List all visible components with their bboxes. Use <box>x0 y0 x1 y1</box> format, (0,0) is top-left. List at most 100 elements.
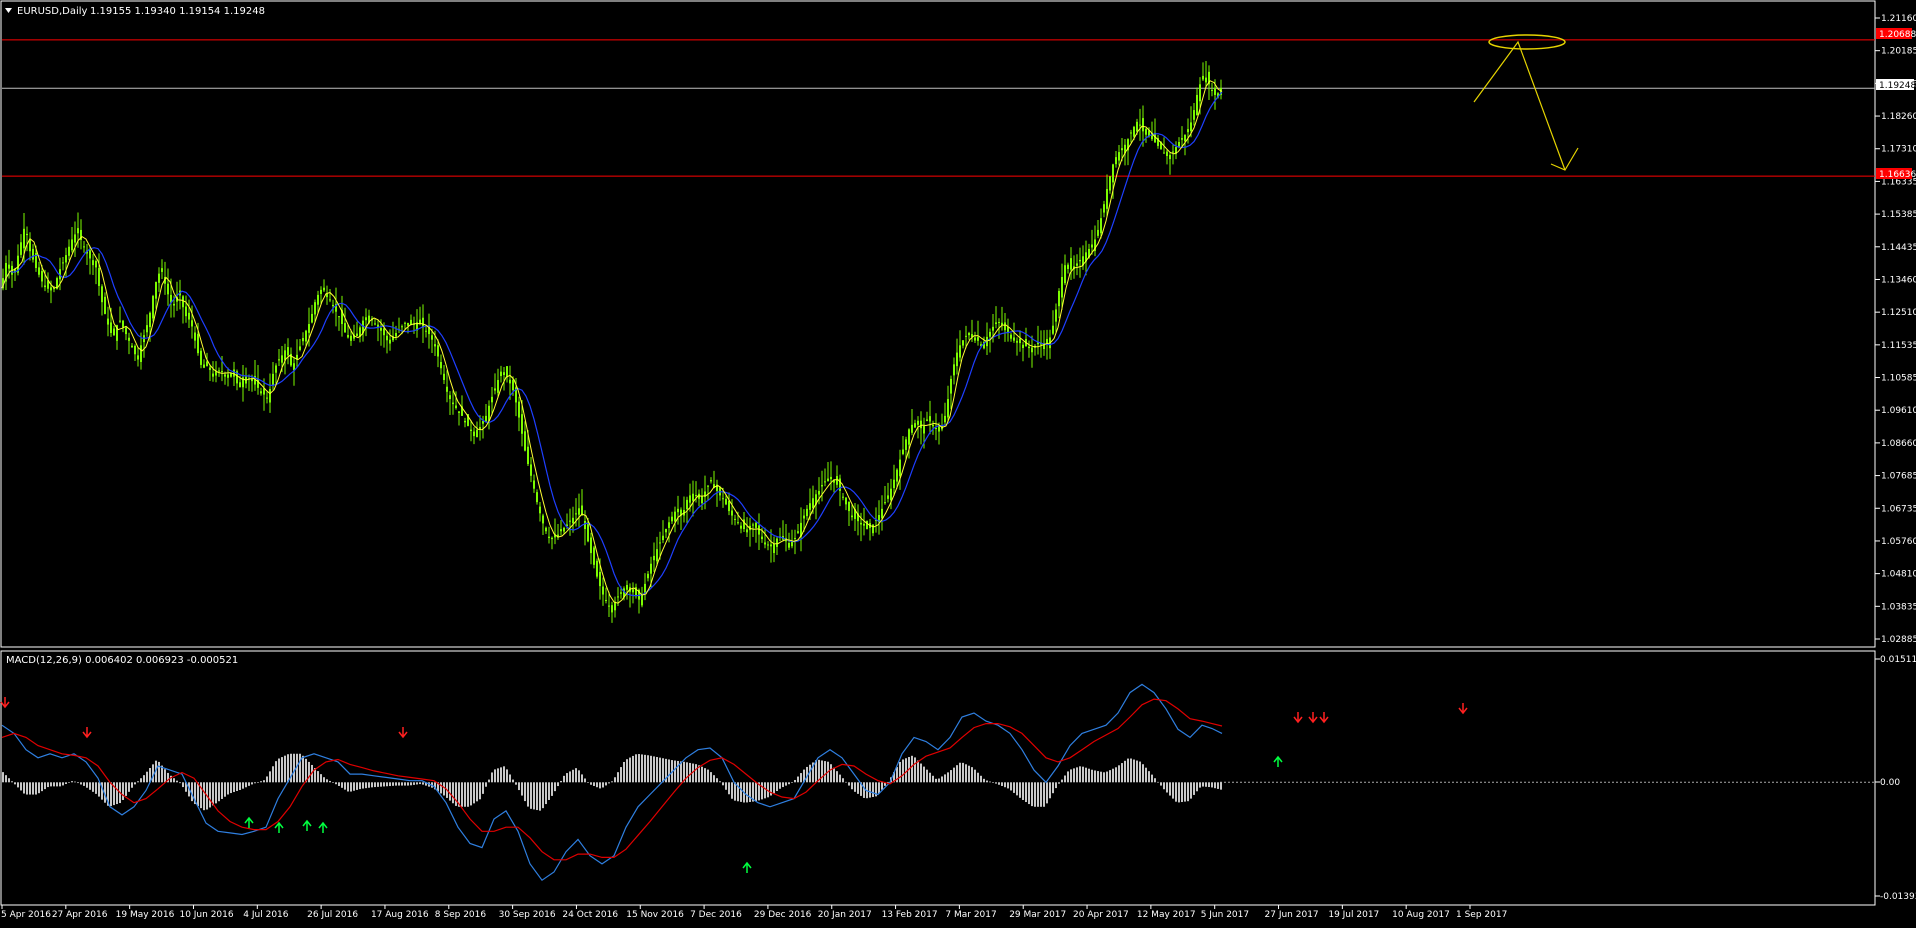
chart-canvas[interactable]: EURUSD,Daily 1.19155 1.19340 1.19154 1.1… <box>0 0 1916 924</box>
macd-histogram-bar <box>125 782 127 796</box>
price-axis-label: 1.13460 <box>1881 275 1916 285</box>
candle-body <box>68 246 70 256</box>
candle-body <box>1196 94 1198 116</box>
candle-body <box>902 449 904 455</box>
macd-histogram-bar <box>932 775 934 783</box>
macd-histogram-bar <box>590 782 592 785</box>
candle-body <box>614 601 616 611</box>
macd-histogram-bar <box>383 782 385 787</box>
time-axis-label: 12 May 2017 <box>1137 910 1196 920</box>
candle-body <box>491 396 493 403</box>
candle-body <box>431 335 433 340</box>
macd-histogram-bar <box>1145 767 1147 783</box>
macd-histogram-bar <box>122 782 124 800</box>
candle-body <box>863 523 865 526</box>
macd-histogram-bar <box>710 772 712 783</box>
candle-body <box>434 344 436 347</box>
candle-body <box>818 490 820 495</box>
macd-histogram-bar <box>731 782 733 799</box>
candle-body <box>1136 121 1138 132</box>
candle-body <box>950 378 952 394</box>
candle-body <box>977 337 979 341</box>
candle-body <box>956 352 958 367</box>
candle-body <box>374 323 376 325</box>
candle-body <box>665 529 667 533</box>
macd-histogram-bar <box>212 782 214 806</box>
macd-histogram-bar <box>251 782 253 785</box>
candle-body <box>851 515 853 518</box>
candle-body <box>575 513 577 515</box>
macd-histogram-bar <box>227 782 229 795</box>
candle-body <box>197 334 199 354</box>
candle-body <box>1070 258 1072 270</box>
candle-body <box>1199 84 1201 102</box>
macd-histogram-bar <box>677 760 679 783</box>
macd-histogram-bar <box>275 761 277 783</box>
macd-histogram-bar <box>1130 758 1132 783</box>
candle-body <box>389 339 391 344</box>
candle-body <box>1187 129 1189 133</box>
macd-histogram-bar <box>233 782 235 793</box>
macd-histogram-bar <box>995 782 997 784</box>
macd-histogram-bar <box>572 769 574 783</box>
macd-histogram-bar <box>608 782 610 784</box>
macd-histogram-bar <box>5 775 7 783</box>
macd-axis-label-zero: 0.00 <box>1880 778 1900 788</box>
macd-histogram-bar <box>668 759 670 783</box>
macd-histogram-bar <box>566 773 568 783</box>
resistance-price-tag-label: 1.20688 <box>1879 30 1916 40</box>
macd-histogram-bar <box>1091 769 1093 783</box>
macd-histogram-bar <box>293 753 295 783</box>
candle-body <box>590 537 592 554</box>
macd-histogram-bar <box>530 782 532 809</box>
candle-body <box>953 364 955 376</box>
macd-histogram-bar <box>1004 782 1006 788</box>
candle-body <box>440 361 442 369</box>
macd-histogram-bar <box>398 782 400 786</box>
macd-histogram-bar <box>527 782 529 807</box>
candle-body <box>422 317 424 328</box>
candle-body <box>38 267 40 275</box>
candle-body <box>83 246 85 248</box>
macd-histogram-bar <box>749 782 751 803</box>
macd-histogram-bar <box>617 772 619 783</box>
time-axis-label: 4 Jul 2016 <box>243 910 288 920</box>
macd-histogram-bar <box>689 762 691 783</box>
macd-histogram-bar <box>923 766 925 783</box>
candle-body <box>1013 337 1015 341</box>
candle-body <box>386 335 388 341</box>
macd-histogram-bar <box>8 778 10 783</box>
macd-histogram-bar <box>536 782 538 811</box>
macd-histogram-bar <box>1214 782 1216 789</box>
candle-body <box>167 283 169 295</box>
chart-symbol-title: EURUSD,Daily <box>17 6 88 17</box>
candle-body <box>497 380 499 393</box>
candle-body <box>920 420 922 429</box>
candle-body <box>239 382 241 388</box>
candle-body <box>1055 309 1057 322</box>
candle-body <box>527 446 529 465</box>
candle-body <box>551 537 553 540</box>
macd-histogram-bar <box>917 760 919 783</box>
macd-histogram-bar <box>863 782 865 798</box>
trading-chart-window[interactable]: EURUSD,Daily 1.19155 1.19340 1.19154 1.1… <box>0 0 1916 924</box>
candle-body <box>77 228 79 234</box>
macd-histogram-bar <box>278 758 280 783</box>
macd-histogram-bar <box>785 782 787 786</box>
macd-histogram-bar <box>146 771 148 783</box>
macd-histogram-bar <box>488 779 490 783</box>
candle-body <box>887 495 889 499</box>
price-axis-label: 1.03835 <box>1881 602 1916 612</box>
macd-histogram-bar <box>299 753 301 783</box>
macd-histogram-bar <box>686 762 688 783</box>
candle-body <box>212 373 214 377</box>
macd-histogram-bar <box>542 782 544 809</box>
candle-body <box>149 312 151 328</box>
candle-body <box>158 273 160 283</box>
macd-histogram-bar <box>848 782 850 786</box>
candle-body <box>107 318 109 325</box>
macd-histogram-bar <box>1094 770 1096 783</box>
candle-body <box>350 335 352 341</box>
macd-histogram-bar <box>1088 768 1090 783</box>
macd-histogram-bar <box>1178 782 1180 803</box>
